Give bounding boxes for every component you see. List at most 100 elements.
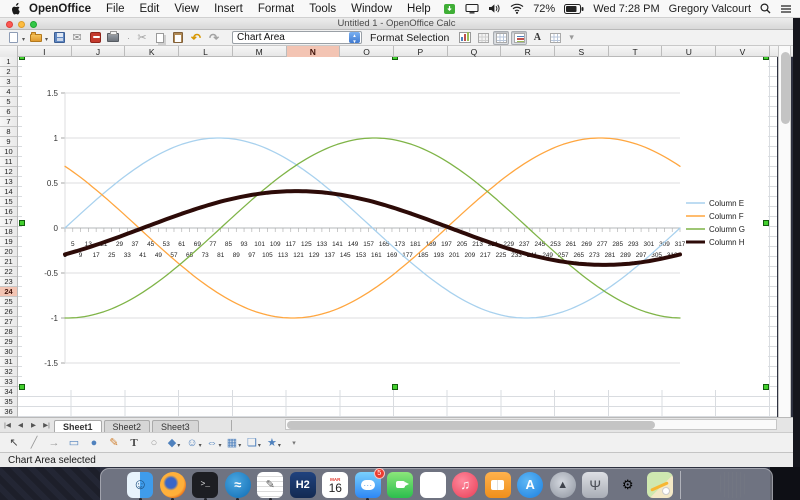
export-email-icon[interactable]: ✉ <box>69 31 85 45</box>
column-header-M[interactable]: M <box>233 46 287 57</box>
flowchart-shapes-icon[interactable]: ▾ <box>226 435 242 451</box>
basic-shapes-icon[interactable]: ▾ <box>166 435 182 451</box>
column-header-N[interactable]: N <box>287 46 341 57</box>
row-header-29[interactable]: 29 <box>0 337 17 347</box>
row-header-4[interactable]: 4 <box>0 87 17 97</box>
dock-icon-recent-document[interactable] <box>687 472 713 498</box>
drawbar-overflow-icon[interactable] <box>286 435 302 451</box>
legend-label[interactable]: Column G <box>709 225 745 234</box>
notification-center-icon[interactable] <box>780 4 792 14</box>
row-header-20[interactable]: 20 <box>0 247 17 257</box>
dock-icon-photos[interactable] <box>420 472 446 498</box>
row-header-33[interactable]: 33 <box>0 377 17 387</box>
legend-toggle-icon[interactable] <box>511 31 527 45</box>
row-header-7[interactable]: 7 <box>0 117 17 127</box>
menu-item-insert[interactable]: Insert <box>214 3 243 15</box>
menu-item-help[interactable]: Help <box>407 3 431 15</box>
chart-handle-bottom-right[interactable] <box>763 384 769 390</box>
menu-item-window[interactable]: Window <box>351 3 392 15</box>
dock-icon-system-preferences[interactable]: ⚙ <box>615 472 641 498</box>
row-header-32[interactable]: 32 <box>0 367 17 377</box>
horizontal-grids-toggle-icon[interactable] <box>493 31 509 45</box>
column-header-S[interactable]: S <box>555 46 609 57</box>
next-sheet-button[interactable]: ▶ <box>28 420 39 431</box>
row-header-14[interactable]: 14 <box>0 187 17 197</box>
row-header-18[interactable]: 18 <box>0 227 17 237</box>
menu-item-view[interactable]: View <box>174 3 199 15</box>
row-header-13[interactable]: 13 <box>0 177 17 187</box>
legend-label[interactable]: Column E <box>709 199 744 208</box>
row-header-26[interactable]: 26 <box>0 307 17 317</box>
symbol-shapes-icon[interactable]: ▾ <box>186 435 202 451</box>
vertical-scrollbar[interactable] <box>778 46 791 417</box>
column-header-K[interactable]: K <box>125 46 179 57</box>
export-pdf-icon[interactable] <box>87 31 103 45</box>
dock-icon-launchpad[interactable]: ▲ <box>550 472 576 498</box>
row-header-35[interactable]: 35 <box>0 397 17 407</box>
column-header-V[interactable]: V <box>716 46 770 57</box>
block-arrows-icon[interactable]: ▾ <box>206 435 222 451</box>
sheet-tab-sheet2[interactable]: Sheet2 <box>104 420 151 433</box>
sheet-tab-sheet3[interactable]: Sheet3 <box>152 420 199 433</box>
row-header-22[interactable]: 22 <box>0 267 17 277</box>
chart-handle-mid-right[interactable] <box>763 220 769 226</box>
row-header-5[interactable]: 5 <box>0 97 17 107</box>
menu-item-tools[interactable]: Tools <box>309 3 336 15</box>
freeform-tool-icon[interactable] <box>106 435 122 451</box>
vertical-scrollbar-thumb[interactable] <box>781 52 790 124</box>
row-header-10[interactable]: 10 <box>0 147 17 157</box>
line-tool-icon[interactable] <box>26 435 42 451</box>
battery-icon[interactable] <box>564 4 584 14</box>
paste-icon[interactable] <box>170 31 186 45</box>
row-header-8[interactable]: 8 <box>0 127 17 137</box>
column-header-J[interactable]: J <box>72 46 126 57</box>
menu-item-file[interactable]: File <box>106 3 125 15</box>
copy-icon[interactable] <box>152 31 168 45</box>
column-header-P[interactable]: P <box>394 46 448 57</box>
column-header-Q[interactable]: Q <box>448 46 502 57</box>
new-document-icon[interactable] <box>5 31 21 45</box>
previous-sheet-button[interactable]: ◀ <box>15 420 26 431</box>
cut-icon[interactable]: ✂ <box>134 31 150 45</box>
menu-item-openoffice[interactable]: OpenOffice <box>29 3 91 15</box>
legend-label[interactable]: Column H <box>709 238 745 247</box>
callout-tool-icon[interactable] <box>146 435 162 451</box>
column-header-U[interactable]: U <box>662 46 716 57</box>
dock-icon-finder[interactable]: ☺ <box>127 472 153 498</box>
row-header-24[interactable]: 24 <box>0 287 17 297</box>
legend-label[interactable]: Column F <box>709 212 744 221</box>
chart-element-selector[interactable]: Chart Area ▲▼ <box>232 31 362 44</box>
dock-icon-grabber[interactable]: Ψ <box>582 472 608 498</box>
row-header-15[interactable]: 15 <box>0 197 17 207</box>
tabbar-divider[interactable] <box>231 420 232 431</box>
row-header-19[interactable]: 19 <box>0 237 17 247</box>
data-table-icon[interactable] <box>475 31 491 45</box>
dock-icon-h2[interactable]: H2 <box>290 472 316 498</box>
text-tool-icon[interactable] <box>126 435 142 451</box>
column-header-I[interactable]: I <box>18 46 72 57</box>
first-sheet-button[interactable]: |◀ <box>2 420 13 431</box>
print-icon[interactable] <box>105 31 121 45</box>
titles-icon[interactable]: A <box>529 31 545 45</box>
dock-icon-trash[interactable] <box>720 472 746 498</box>
row-header-16[interactable]: 16 <box>0 207 17 217</box>
row-header-6[interactable]: 6 <box>0 107 17 117</box>
row-header-30[interactable]: 30 <box>0 347 17 357</box>
dock-icon-facetime[interactable] <box>387 472 413 498</box>
dock-icon-itunes[interactable]: ♫ <box>452 472 478 498</box>
dock-icon-terminal[interactable]: >_ <box>192 472 218 498</box>
column-header-O[interactable]: O <box>340 46 394 57</box>
column-header-R[interactable]: R <box>501 46 555 57</box>
dock-icon-messages[interactable]: ···5 <box>355 472 381 498</box>
row-header-28[interactable]: 28 <box>0 327 17 337</box>
column-header-T[interactable]: T <box>609 46 663 57</box>
chart-handle-bottom-center[interactable] <box>392 384 398 390</box>
volume-icon[interactable] <box>488 3 501 14</box>
chart-data-icon[interactable] <box>547 31 563 45</box>
sheet-tab-sheet1[interactable]: Sheet1 <box>54 420 102 433</box>
dock-icon-calendar[interactable]: MAR16 <box>322 472 348 498</box>
chart-type-icon[interactable] <box>457 31 473 45</box>
row-header-3[interactable]: 3 <box>0 77 17 87</box>
format-selection-button[interactable]: Format Selection <box>370 32 449 44</box>
spotlight-search-icon[interactable] <box>760 3 771 14</box>
